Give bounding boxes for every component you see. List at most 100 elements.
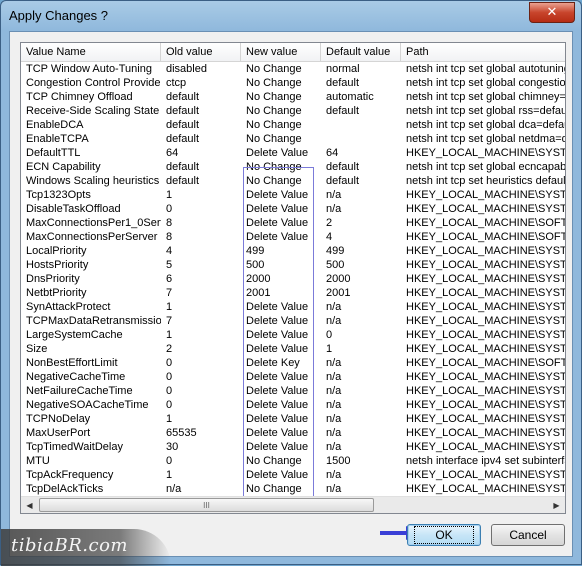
cell-path: netsh int tcp set global autotuninglevel — [406, 63, 565, 75]
ok-button-label: OK — [414, 526, 474, 544]
table-row[interactable]: ECN Capability default No Change default net… — [21, 160, 565, 174]
horizontal-scrollbar[interactable]: ◀ III ▶ — [21, 496, 565, 513]
column-header-old-value[interactable]: Old value — [161, 43, 241, 61]
table-row[interactable]: SynAttackProtect 1 Delete Value n/a HKEY_LOC… — [21, 300, 566, 314]
table-row[interactable]: MaxConnectionsPerServer 8 Delete Value 4 HKE… — [21, 230, 565, 244]
cell-default-value: n/a — [326, 427, 342, 439]
table-row[interactable]: NetFailureCacheTime 0 Delete Value n/a HKEY_… — [21, 384, 565, 398]
table-row[interactable]: Congestion Control Provider ctcp No Change… — [21, 76, 565, 90]
cell-old-value: 0 — [166, 203, 173, 215]
cell-path: HKEY_LOCAL_MACHINE\SYSTEM — [406, 301, 566, 313]
table-row[interactable]: Tcp1323Opts 1 Delete Value n/a HKEY_LOCAL_MA… — [21, 188, 565, 202]
cell-new-value: No Change — [246, 175, 302, 187]
table-row[interactable]: TCP Chimney Offload default No Change autom… — [21, 90, 566, 104]
column-header-default-value[interactable]: Default value — [321, 43, 401, 61]
table-row[interactable]: LargeSystemCache 1 Delete Value 0 HKEY_LOCAL… — [21, 328, 565, 342]
cell-old-value: default — [166, 119, 200, 131]
cell-path: netsh int tcp set global dca=default — [406, 119, 566, 131]
cell-new-value: 2001 — [246, 287, 271, 299]
cell-default-value: n/a — [326, 469, 342, 481]
table-row[interactable]: NegativeSOACacheTime 0 Delete Value n/a HKEY… — [21, 398, 566, 412]
cell-value-name: Congestion Control Provider — [26, 77, 161, 89]
cell-old-value: 2 — [166, 343, 173, 355]
table-row[interactable]: TcpTimedWaitDelay 30 Delete Value n/a HKEY_L… — [21, 440, 566, 454]
grip-icon: III — [203, 500, 210, 510]
table-row[interactable]: MaxUserPort 65535 Delete Value n/a HKEY_LOCA… — [21, 426, 565, 440]
cell-old-value: 0 — [166, 399, 173, 411]
table-row[interactable]: DnsPriority 6 2000 2000 HKEY_LOCAL_MACHINE\S… — [21, 272, 565, 286]
table-row[interactable]: TcpAckFrequency 1 Delete Value n/a HKEY_LOCA… — [21, 468, 566, 482]
cell-old-value: 1 — [166, 301, 173, 313]
table-row[interactable]: LocalPriority 4 499 499 HKEY_LOCAL_MACHINE\S… — [21, 244, 565, 258]
table-row[interactable]: TcpDelAckTicks n/a No Change n/a HKEY_LOCAL_… — [21, 482, 565, 496]
cell-old-value: 1 — [166, 189, 173, 201]
table-row[interactable]: Receive-Side Scaling State default No Chan… — [21, 104, 565, 118]
table-row[interactable]: HostsPriority 5 500 500 HKEY_LOCAL_MACHINE\S… — [21, 258, 565, 272]
changes-listview[interactable]: Value Name Old value New value Default v… — [20, 42, 566, 514]
ok-button[interactable]: OK — [407, 524, 481, 546]
table-row[interactable]: EnableDCA default No Change netsh int tcp s… — [21, 118, 566, 132]
table-row[interactable]: TCPNoDelay 1 Delete Value n/a HKEY_LOCAL_MAC… — [21, 412, 565, 426]
cell-value-name: DnsPriority — [26, 273, 80, 285]
window-title: Apply Changes ? — [9, 8, 109, 23]
column-header-value-name[interactable]: Value Name — [21, 43, 161, 61]
cell-old-value: 8 — [166, 217, 173, 229]
cancel-button[interactable]: Cancel — [491, 524, 565, 546]
cell-new-value: 499 — [246, 245, 265, 257]
scroll-thumb[interactable]: III — [39, 498, 374, 512]
cell-value-name: MaxConnectionsPerServer — [26, 231, 158, 243]
cell-value-name: LargeSystemCache — [26, 329, 123, 341]
table-row[interactable]: MaxConnectionsPer1_0Server 8 Delete Value 2… — [21, 216, 566, 230]
table-row[interactable]: DefaultTTL 64 Delete Value 64 HKEY_LOCAL_MAC… — [21, 146, 565, 160]
cell-old-value: 7 — [166, 315, 173, 327]
cell-old-value: 0 — [166, 357, 173, 369]
cell-value-name: DisableTaskOffload — [26, 203, 121, 215]
cell-path: HKEY_LOCAL_MACHINE\SYSTEM — [406, 371, 566, 383]
table-row[interactable]: EnableTCPA default No Change netsh int tcp … — [21, 132, 565, 146]
close-button[interactable]: ✕ — [529, 2, 575, 23]
cell-old-value: 0 — [166, 455, 173, 467]
table-row[interactable]: NetbtPriority 7 2001 2001 HKEY_LOCAL_MACHINE… — [21, 286, 566, 300]
cell-default-value: n/a — [326, 413, 342, 425]
cell-value-name: SynAttackProtect — [26, 301, 111, 313]
table-row[interactable]: Windows Scaling heuristics default No Chan… — [21, 174, 565, 188]
cell-path: HKEY_LOCAL_MACHINE\SYSTEM — [406, 287, 566, 299]
column-header-path[interactable]: Path — [401, 43, 565, 61]
cell-new-value: Delete Value — [246, 189, 309, 201]
table-row[interactable]: DisableTaskOffload 0 Delete Value n/a HKEY_L… — [21, 202, 566, 216]
apply-changes-dialog: Apply Changes ? ✕ Value Name Old value N… — [0, 0, 582, 566]
cell-path: HKEY_LOCAL_MACHINE\SYSTEM — [406, 441, 566, 453]
cell-old-value: default — [166, 91, 200, 103]
cell-new-value: No Change — [246, 63, 302, 75]
table-row[interactable]: Size 2 Delete Value 1 HKEY_LOCAL_MACHINE\SYS… — [21, 342, 565, 356]
table-row[interactable]: MTU 0 No Change 1500 netsh interface ipv4 se… — [21, 454, 565, 468]
cell-old-value: 1 — [166, 413, 173, 425]
cell-default-value: n/a — [326, 301, 342, 313]
cell-old-value: 4 — [166, 245, 173, 257]
table-row[interactable]: TCPMaxDataRetransmissions 7 Delete Value n/… — [21, 314, 565, 328]
cell-new-value: Delete Value — [246, 385, 309, 397]
cell-default-value: n/a — [326, 189, 342, 201]
cell-new-value: 500 — [246, 259, 265, 271]
cell-value-name: NetbtPriority — [26, 287, 87, 299]
table-row[interactable]: NonBestEffortLimit 0 Delete Key n/a HKEY_LOC… — [21, 356, 566, 370]
cell-path: HKEY_LOCAL_MACHINE\SOFTWARE — [406, 357, 566, 369]
cell-old-value: default — [166, 133, 200, 145]
cell-default-value: n/a — [326, 371, 342, 383]
cell-path: HKEY_LOCAL_MACHINE\SYSTEM — [406, 203, 566, 215]
cell-path: HKEY_LOCAL_MACHINE\SYSTEM — [406, 469, 566, 481]
scroll-right-icon[interactable]: ▶ — [548, 497, 565, 513]
column-header-new-value[interactable]: New value — [241, 43, 321, 61]
cell-path: HKEY_LOCAL_MACHINE\SOFTWARE — [406, 217, 566, 229]
cell-default-value: 4 — [326, 231, 333, 243]
scroll-left-icon[interactable]: ◀ — [21, 497, 38, 513]
table-row[interactable]: TCP Window Auto-Tuning disabled No Change n… — [21, 62, 565, 76]
cell-default-value: default — [326, 77, 360, 89]
cell-path: netsh int tcp set global chimney=default — [406, 91, 566, 103]
cell-old-value: 5 — [166, 259, 173, 271]
cell-new-value: Delete Value — [246, 147, 309, 159]
cell-new-value: Delete Value — [246, 399, 309, 411]
cell-new-value: Delete Value — [246, 441, 309, 453]
table-row[interactable]: NegativeCacheTime 0 Delete Value n/a HKEY_LO… — [21, 370, 566, 384]
cell-path: HKEY_LOCAL_MACHINE\SYSTEM — [406, 399, 566, 411]
